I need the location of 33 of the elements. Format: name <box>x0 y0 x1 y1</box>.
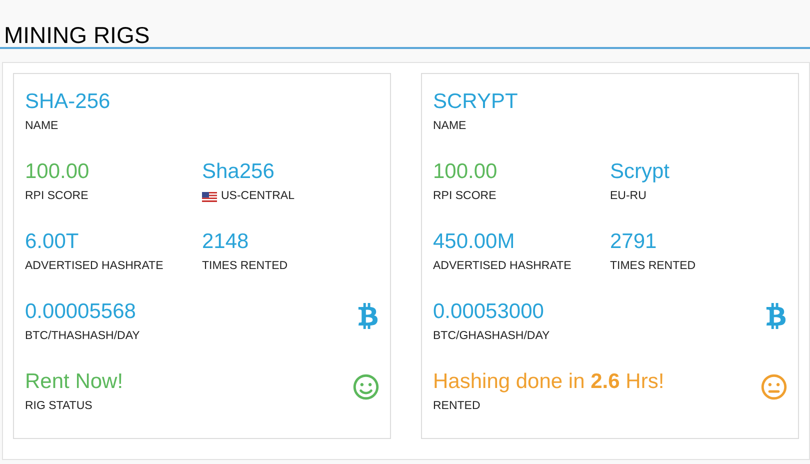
neutral-face-icon <box>761 374 787 400</box>
region-label: EU-RU <box>610 189 646 204</box>
field-label: BTC/GHASHASH/DAY <box>433 329 550 344</box>
hashrate: 6.00T <box>25 229 79 255</box>
algorithm: Sha256 <box>202 159 274 185</box>
rig-name: SCRYPT <box>433 89 518 115</box>
price: 0.00005568 <box>25 299 136 325</box>
bitcoin-icon <box>357 303 379 329</box>
times-rented: 2791 <box>610 229 657 255</box>
field-label: TIMES RENTED <box>610 259 696 274</box>
field-label: NAME <box>25 119 58 134</box>
rpi-score: 100.00 <box>433 159 498 185</box>
times-rented: 2148 <box>202 229 249 255</box>
field-label: NAME <box>433 119 466 134</box>
hashrate: 450.00M <box>433 229 515 255</box>
smiley-icon <box>353 374 379 400</box>
field-label: RPI SCORE <box>433 189 496 204</box>
bitcoin-icon <box>765 303 787 329</box>
field-label: RPI SCORE <box>25 189 88 204</box>
field-label: TIMES RENTED <box>202 259 288 274</box>
field-label: ADVERTISED HASHRATE <box>25 259 164 274</box>
page-title: MINING RIGS <box>4 22 150 48</box>
field-label: RIG STATUS <box>25 399 92 414</box>
rpi-score: 100.00 <box>25 159 90 185</box>
rig-status: Rent Now! <box>25 369 124 395</box>
field-label: ADVERTISED HASHRATE <box>433 259 572 274</box>
rig-name: SHA-256 <box>25 89 110 115</box>
field-label: BTC/THASHASH/DAY <box>25 329 140 344</box>
field-label: RENTED <box>433 399 480 414</box>
algorithm: Scrypt <box>610 159 670 185</box>
region-label: US-CENTRAL <box>221 189 294 204</box>
price: 0.00053000 <box>433 299 544 325</box>
rig-status: Hashing done in 2.6 Hrs! <box>433 369 664 395</box>
